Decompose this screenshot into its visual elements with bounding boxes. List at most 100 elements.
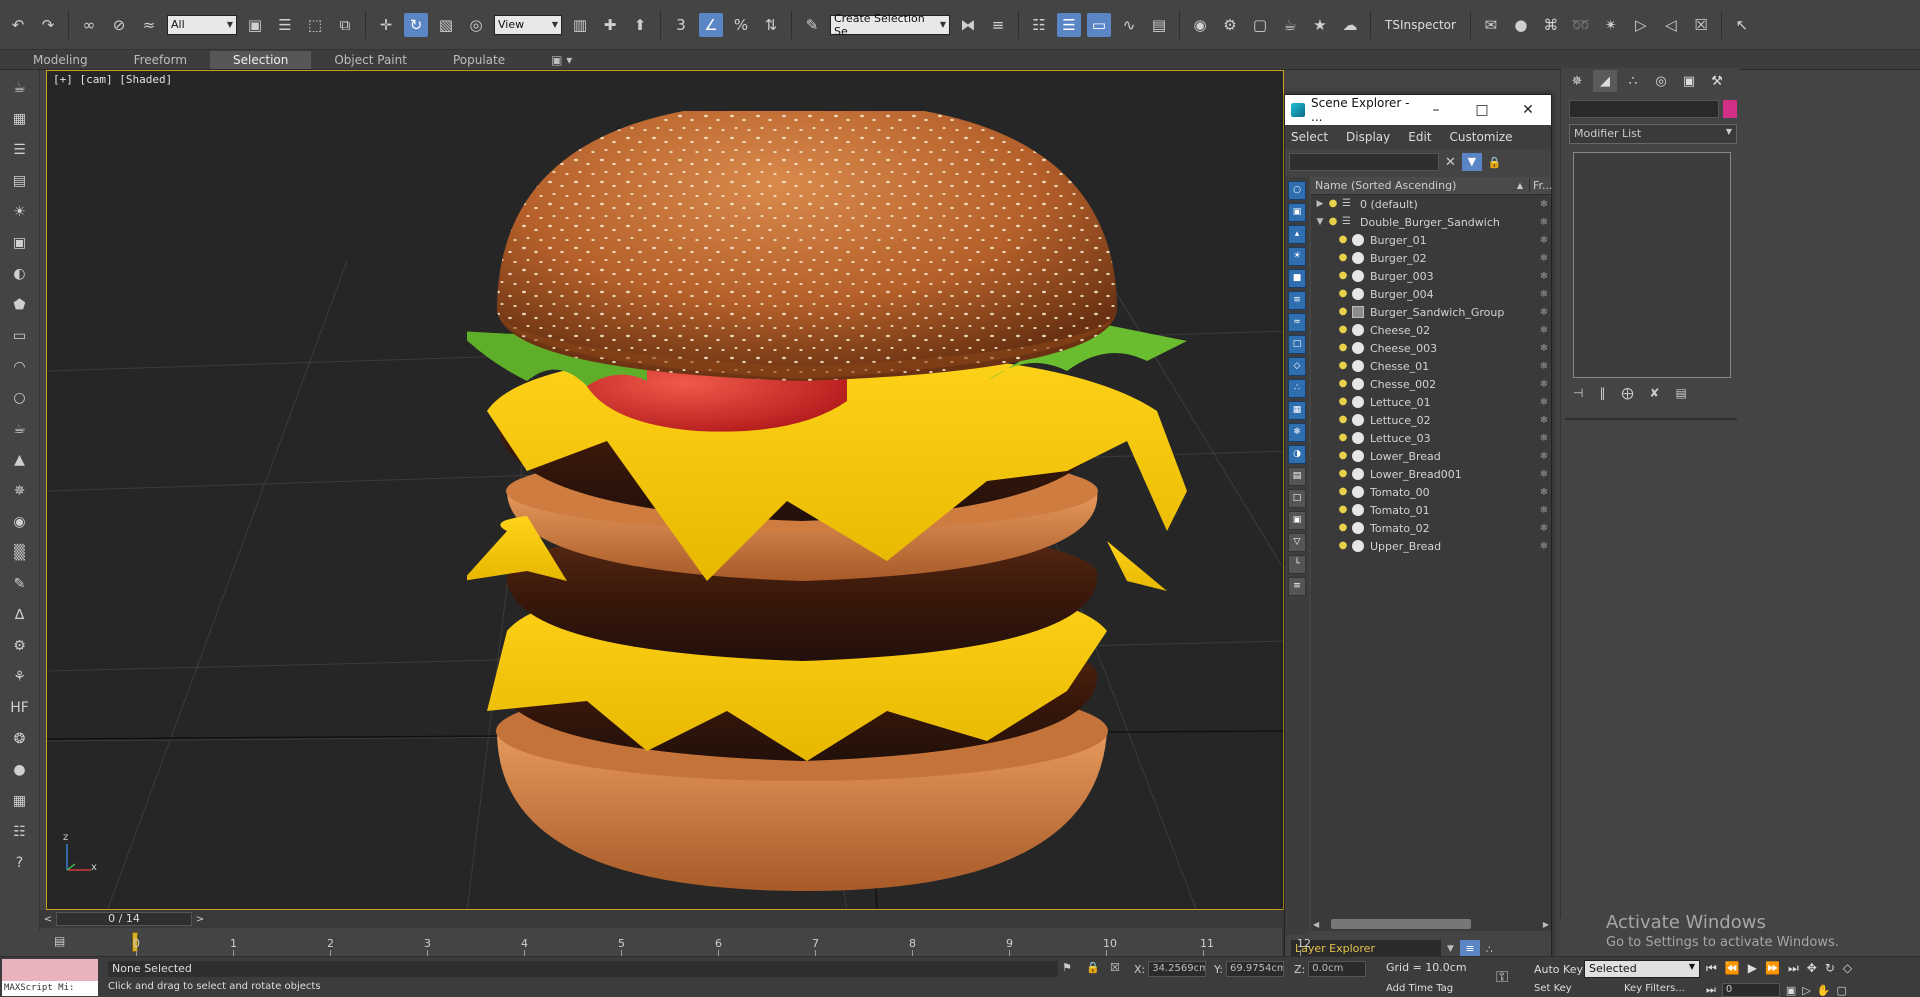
menu-select[interactable]: Select	[1291, 130, 1328, 144]
visibility-bulb-icon[interactable]: ●	[1337, 414, 1349, 426]
tab-freeform[interactable]: Freeform	[111, 51, 210, 69]
maxscript-listener[interactable]: MAXScript Mi:	[2, 959, 98, 996]
menu-edit[interactable]: Edit	[1408, 130, 1431, 144]
scrollbar-thumb[interactable]	[1331, 919, 1472, 929]
hatch-icon[interactable]: ▒	[8, 541, 32, 565]
go-to-end-icon[interactable]: ⏭	[1788, 961, 1799, 976]
tree-row[interactable]: ● Lettuce_01 ❄	[1311, 393, 1551, 411]
expand-icon[interactable]: ▶	[1313, 199, 1327, 209]
visibility-bulb-icon[interactable]: ●	[1337, 324, 1349, 336]
script-icon[interactable]: ☷	[8, 820, 32, 844]
freeze-toggle-icon[interactable]: ❄	[1537, 199, 1551, 210]
tree-row[interactable]: ● Burger_004 ❄	[1311, 285, 1551, 303]
display-bones-icon[interactable]: ∴	[1288, 379, 1306, 398]
visibility-bulb-icon[interactable]: ●	[1337, 540, 1349, 552]
freeze-toggle-icon[interactable]: ❄	[1537, 541, 1551, 552]
scroll-right-icon[interactable]: ▶	[1543, 920, 1549, 929]
unlink-icon[interactable]: ⊘	[107, 13, 131, 37]
display-spacewarps-icon[interactable]: ≈	[1288, 313, 1306, 332]
toggle-scene-explorer-icon[interactable]: ☷	[1027, 13, 1051, 37]
tab-object-paint[interactable]: Object Paint	[311, 51, 430, 69]
edit-named-selection-icon[interactable]: ✎	[800, 13, 824, 37]
document-icon[interactable]: ☰	[8, 138, 32, 162]
play-icon[interactable]: ▶	[1748, 961, 1757, 976]
hierarchy-tab-icon[interactable]: ∴	[1621, 70, 1645, 92]
key-icon[interactable]: ⚿	[1496, 967, 1508, 987]
table-icon[interactable]: ▤	[8, 169, 32, 193]
reference-coordinate-dropdown[interactable]: View ▼	[494, 14, 562, 35]
scene-explorer-scrollbar[interactable]: ◀ ▶	[1311, 917, 1551, 931]
freeze-toggle-icon[interactable]: ❄	[1537, 343, 1551, 354]
modifier-stack[interactable]	[1573, 152, 1731, 378]
bind-spacewarp-icon[interactable]: ≈	[137, 13, 161, 37]
display-cameras-icon[interactable]: ■	[1288, 269, 1306, 288]
disc-icon[interactable]: ◉	[8, 510, 32, 534]
display-all-icon[interactable]: ▤	[1288, 467, 1306, 486]
menu-display[interactable]: Display	[1346, 130, 1390, 144]
particle-icon[interactable]: ✴	[1599, 13, 1623, 37]
select-object-icon[interactable]: ▣	[243, 13, 267, 37]
chat-icon[interactable]: ✉	[1479, 13, 1503, 37]
visibility-bulb-icon[interactable]: ●	[1337, 360, 1349, 372]
display-frozen-icon[interactable]: ❄	[1288, 423, 1306, 442]
go-to-start-icon[interactable]: ⏮	[1706, 961, 1717, 976]
maximize-icon[interactable]: □	[1459, 102, 1505, 118]
select-rotate-icon[interactable]: ↻	[404, 12, 428, 37]
clear-search-icon[interactable]: ✕	[1445, 155, 1456, 170]
tree-row[interactable]: ● Upper_Bread ❄	[1311, 537, 1551, 555]
schematic-view-icon[interactable]: ▤	[1147, 13, 1171, 37]
auto-key-button[interactable]: Auto Key	[1534, 963, 1583, 976]
create-tab-icon[interactable]: ✵	[1565, 70, 1589, 92]
display-hidden-icon[interactable]: ◑	[1288, 445, 1306, 464]
freeze-toggle-icon[interactable]: ❄	[1537, 397, 1551, 408]
freeze-toggle-icon[interactable]: ❄	[1537, 289, 1551, 300]
orbit-icon[interactable]: ↻	[1825, 961, 1835, 976]
curve-editor-icon[interactable]: ∿	[1117, 13, 1141, 37]
tsinspector-label[interactable]: TSInspector	[1379, 18, 1462, 32]
render-production-icon[interactable]: ☕	[1278, 13, 1302, 37]
gear-icon[interactable]: ⚙	[8, 634, 32, 658]
set-key-button[interactable]: Set Key	[1534, 983, 1572, 994]
pan-icon[interactable]: ✋	[1817, 984, 1831, 997]
tree-row[interactable]: ▼ ● ☰ Double_Burger_Sandwich ❄	[1311, 213, 1551, 231]
mini-curve-editor-icon[interactable]: ▤	[54, 934, 65, 948]
tab-populate[interactable]: Populate	[430, 51, 528, 69]
visibility-bulb-icon[interactable]: ●	[1337, 342, 1349, 354]
visibility-bulb-icon[interactable]: ●	[1337, 252, 1349, 264]
select-place-icon[interactable]: ◎	[464, 13, 488, 37]
freeze-toggle-icon[interactable]: ❄	[1537, 379, 1551, 390]
tree-row[interactable]: ● Tomato_02 ❄	[1311, 519, 1551, 537]
display-containers-icon[interactable]: ▦	[1288, 401, 1306, 420]
display-geometry-icon[interactable]: ▣	[1288, 203, 1306, 222]
snaps-toggle-icon[interactable]: 3	[669, 13, 693, 37]
motion-tab-icon[interactable]: ◎	[1649, 70, 1673, 92]
display-shapes-icon[interactable]: ▴	[1288, 225, 1306, 244]
tree-row[interactable]: ● Burger_Sandwich_Group ❄	[1311, 303, 1551, 321]
undo-icon[interactable]: ↶	[6, 13, 30, 37]
modifier-list-dropdown[interactable]: Modifier List ▼	[1569, 124, 1737, 144]
align-icon[interactable]: ≡	[986, 13, 1010, 37]
hemisphere-icon[interactable]: ◠	[8, 355, 32, 379]
collapse-icon[interactable]: ▼	[1313, 217, 1327, 227]
track-bar[interactable]: ▤ 0 1 2 3 4 5 6 7 8 9 10 11 12	[40, 928, 1311, 956]
freeze-toggle-icon[interactable]: ❄	[1537, 487, 1551, 498]
time-configuration-icon[interactable]: ▣	[1786, 984, 1796, 997]
select-by-name-icon[interactable]: ☰	[273, 13, 297, 37]
hose-icon[interactable]: ➿	[1569, 13, 1593, 37]
tree-row[interactable]: ● Cheese_02 ❄	[1311, 321, 1551, 339]
object-name-field[interactable]	[1569, 100, 1719, 118]
render-in-cloud-icon[interactable]: ☁	[1338, 13, 1362, 37]
angle-snap-icon[interactable]: ∠	[699, 12, 723, 37]
key-mode-dropdown[interactable]: Selected ▼	[1584, 960, 1700, 978]
remove-modifier-icon[interactable]: ✘	[1649, 386, 1659, 400]
visibility-bulb-icon[interactable]: ●	[1337, 450, 1349, 462]
y-field[interactable]: 69.9754cm	[1225, 961, 1284, 977]
visibility-bulb-icon[interactable]: ●	[1337, 378, 1349, 390]
visibility-bulb-icon[interactable]: ●	[1337, 234, 1349, 246]
selection-lock-icon[interactable]: 🔒	[1086, 961, 1100, 974]
toggle-ribbon-icon[interactable]: ▭	[1087, 12, 1111, 37]
x-field[interactable]: 34.2569cm	[1148, 961, 1207, 977]
walk-through-icon[interactable]: ▷	[1802, 984, 1810, 997]
zoom-extents-icon[interactable]: ✥	[1807, 961, 1817, 976]
render-iterative-icon[interactable]: ★	[1308, 13, 1332, 37]
